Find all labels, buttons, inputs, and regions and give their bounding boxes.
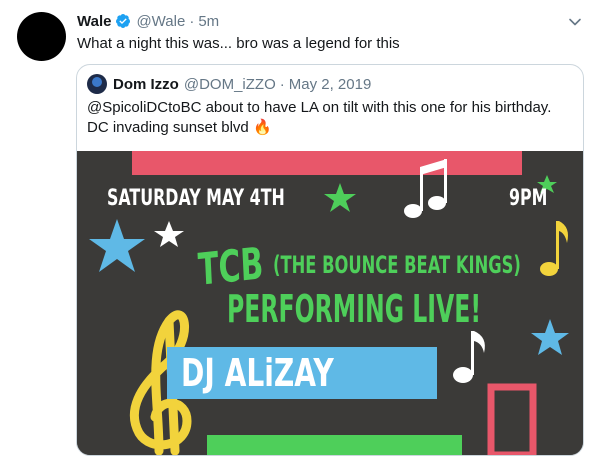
quoted-text-line-1: @SpicoliDCtoBC about to have LA on tilt …: [87, 99, 552, 116]
green-strip: [207, 435, 462, 455]
quoted-date[interactable]: May 2, 2019: [289, 76, 372, 93]
avatar[interactable]: [17, 12, 66, 61]
poster-time: 9PM: [509, 186, 548, 211]
quoted-text-line-2: DC invading sunset blvd: [87, 119, 249, 136]
quoted-media-image[interactable]: SATURDAY MAY 4TH 9PM TCB (THE BOUNCE BEA…: [77, 151, 583, 455]
poster-date: SATURDAY MAY 4TH: [107, 186, 285, 211]
author-handle[interactable]: @Wale: [136, 13, 185, 30]
separator-dot: ·: [279, 75, 285, 93]
separator-dot: ·: [189, 12, 195, 30]
quoted-author-name[interactable]: Dom Izzo: [113, 76, 179, 93]
fire-emoji: 🔥: [252, 119, 272, 136]
poster-dj: DJ ALiZAY: [181, 351, 334, 395]
poster-performing: PERFORMING LIVE!: [227, 287, 482, 331]
quoted-tweet[interactable]: Dom Izzo @DOM_iZZO · May 2, 2019 @Spicol…: [76, 64, 584, 456]
tweet-header: Wale @Wale · 5m: [77, 10, 219, 32]
poster-band-full: (THE BOUNCE BEAT KINGS): [273, 251, 521, 279]
tweet-text: What a night this was... bro was a legen…: [77, 35, 400, 52]
verified-badge-icon: [115, 13, 131, 29]
quoted-text: @SpicoliDCtoBC about to have LA on tilt …: [87, 98, 577, 138]
chevron-down-icon[interactable]: [566, 13, 584, 31]
quoted-tweet-header: Dom Izzo @DOM_iZZO · May 2, 2019: [87, 74, 371, 94]
pink-banner: [132, 151, 522, 175]
quoted-author-handle[interactable]: @DOM_iZZO: [184, 76, 276, 93]
author-name[interactable]: Wale: [77, 13, 111, 30]
tweet[interactable]: Wale @Wale · 5m What a night this was...…: [0, 0, 595, 456]
quoted-avatar[interactable]: [87, 74, 107, 94]
tweet-time[interactable]: 5m: [198, 13, 219, 30]
